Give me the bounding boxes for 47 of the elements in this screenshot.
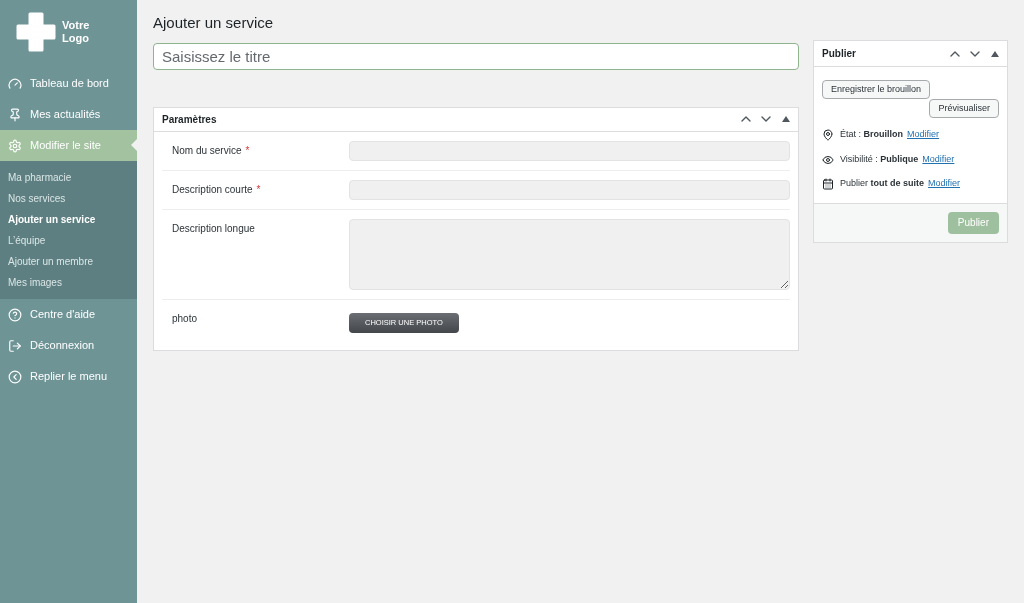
menu-icon [8, 338, 22, 353]
save-draft-button[interactable]: Enregistrer le brouillon [822, 80, 931, 100]
status-icon [822, 178, 834, 190]
collapse-icon[interactable] [991, 50, 999, 57]
menu-icon [8, 138, 22, 153]
panel-title: Publier [822, 47, 856, 61]
status-text: Publier tout de suite [840, 177, 924, 191]
submenu-item[interactable]: Mes images [0, 272, 137, 293]
menu-icon [8, 369, 22, 384]
modify-link[interactable]: Modifier [922, 152, 955, 167]
modify-link[interactable]: Modifier [928, 177, 961, 191]
panel-title: Paramètres [162, 112, 217, 127]
status-icon [822, 153, 834, 166]
textarea-field[interactable] [349, 218, 790, 290]
text-field[interactable] [349, 140, 790, 161]
menu-icon [8, 107, 22, 122]
field-label: Nom du service [172, 143, 242, 158]
status-icon [822, 129, 834, 141]
title-field[interactable]: Saisissez le titre [153, 42, 799, 70]
menu-item[interactable]: Mes actualités [0, 99, 137, 130]
field-label: Description courte [172, 182, 253, 197]
menu-item[interactable]: Replier le menu [0, 361, 137, 392]
menu-icon [8, 307, 22, 322]
field-label: photo [172, 311, 198, 326]
text-field[interactable] [349, 179, 790, 200]
menu-item[interactable]: Tableau de bord [0, 68, 137, 99]
status-text: Visibilité : Publique [840, 152, 919, 166]
submenu-item[interactable]: Ma pharmacie [0, 167, 137, 188]
modify-link[interactable]: Modifier [907, 128, 940, 142]
status-text: État : Brouillon [840, 128, 903, 142]
submenu-item[interactable]: Ajouter un service [0, 209, 137, 230]
active-pointer-icon [131, 139, 137, 151]
menu-icon [8, 76, 22, 91]
preview-button[interactable]: Prévisualiser [929, 99, 999, 119]
required-mark: * [245, 143, 250, 158]
cross-logo-icon [16, 12, 56, 52]
menu-item[interactable]: Centre d'aide [0, 299, 137, 330]
collapse-icon[interactable] [782, 116, 790, 122]
submenu-item[interactable]: Nos services [0, 188, 137, 209]
menu-item[interactable]: Déconnexion [0, 330, 137, 361]
submenu-item[interactable]: L’équipe [0, 230, 137, 251]
submenu-item[interactable]: Ajouter un membre [0, 251, 137, 272]
required-mark: * [256, 182, 261, 197]
page-title: Ajouter un service [153, 13, 275, 33]
logo-text: Votre Logo [62, 19, 91, 45]
field-label: Description longue [172, 221, 255, 236]
menu-item[interactable]: Modifier le site [0, 130, 137, 161]
